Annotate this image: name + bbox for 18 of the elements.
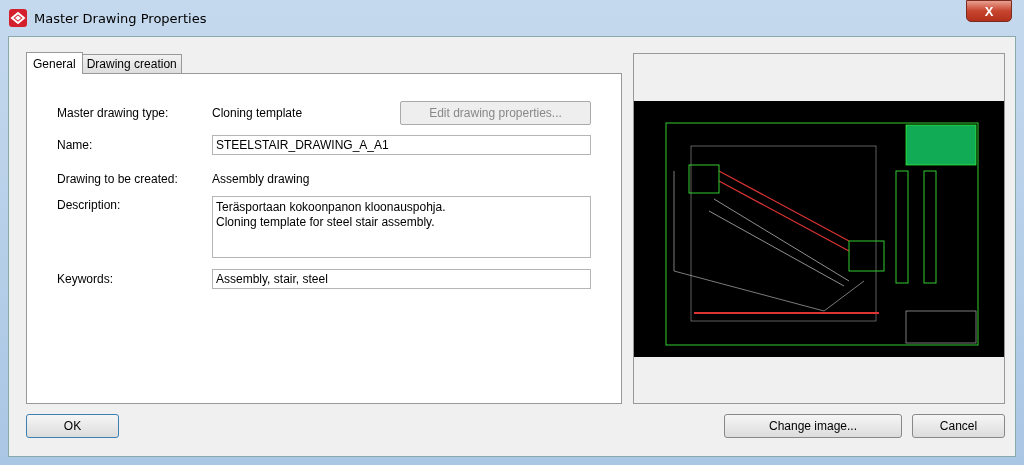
field-label: Description:: [57, 197, 122, 212]
cancel-button[interactable]: Cancel: [912, 414, 1005, 438]
window-title: Master Drawing Properties: [34, 10, 208, 26]
ok-button[interactable]: OK: [26, 414, 119, 438]
change-image-button[interactable]: Change image...: [724, 414, 902, 438]
keywords-field[interactable]: Assembly, stair, steel: [212, 269, 591, 289]
field-value: Assembly drawing: [212, 172, 311, 186]
tab[interactable]: Drawing creation: [81, 54, 182, 73]
field-label: Drawing to be created:: [57, 172, 179, 186]
field-value: Cloning template: [212, 106, 304, 120]
field-label: Name:: [57, 138, 94, 152]
field-label: Keywords:: [57, 272, 115, 286]
tab[interactable]: General: [26, 52, 83, 74]
field-label: Master drawing type:: [57, 106, 170, 120]
app-logo-icon: [8, 8, 28, 28]
name-field[interactable]: STEELSTAIR_DRAWING_A_A1: [212, 135, 591, 155]
close-button[interactable]: X: [966, 0, 1012, 22]
description-field[interactable]: Teräsportaan kokoonpanon kloonauspohja. Cloning template for steel stair assembly.: [212, 196, 591, 258]
